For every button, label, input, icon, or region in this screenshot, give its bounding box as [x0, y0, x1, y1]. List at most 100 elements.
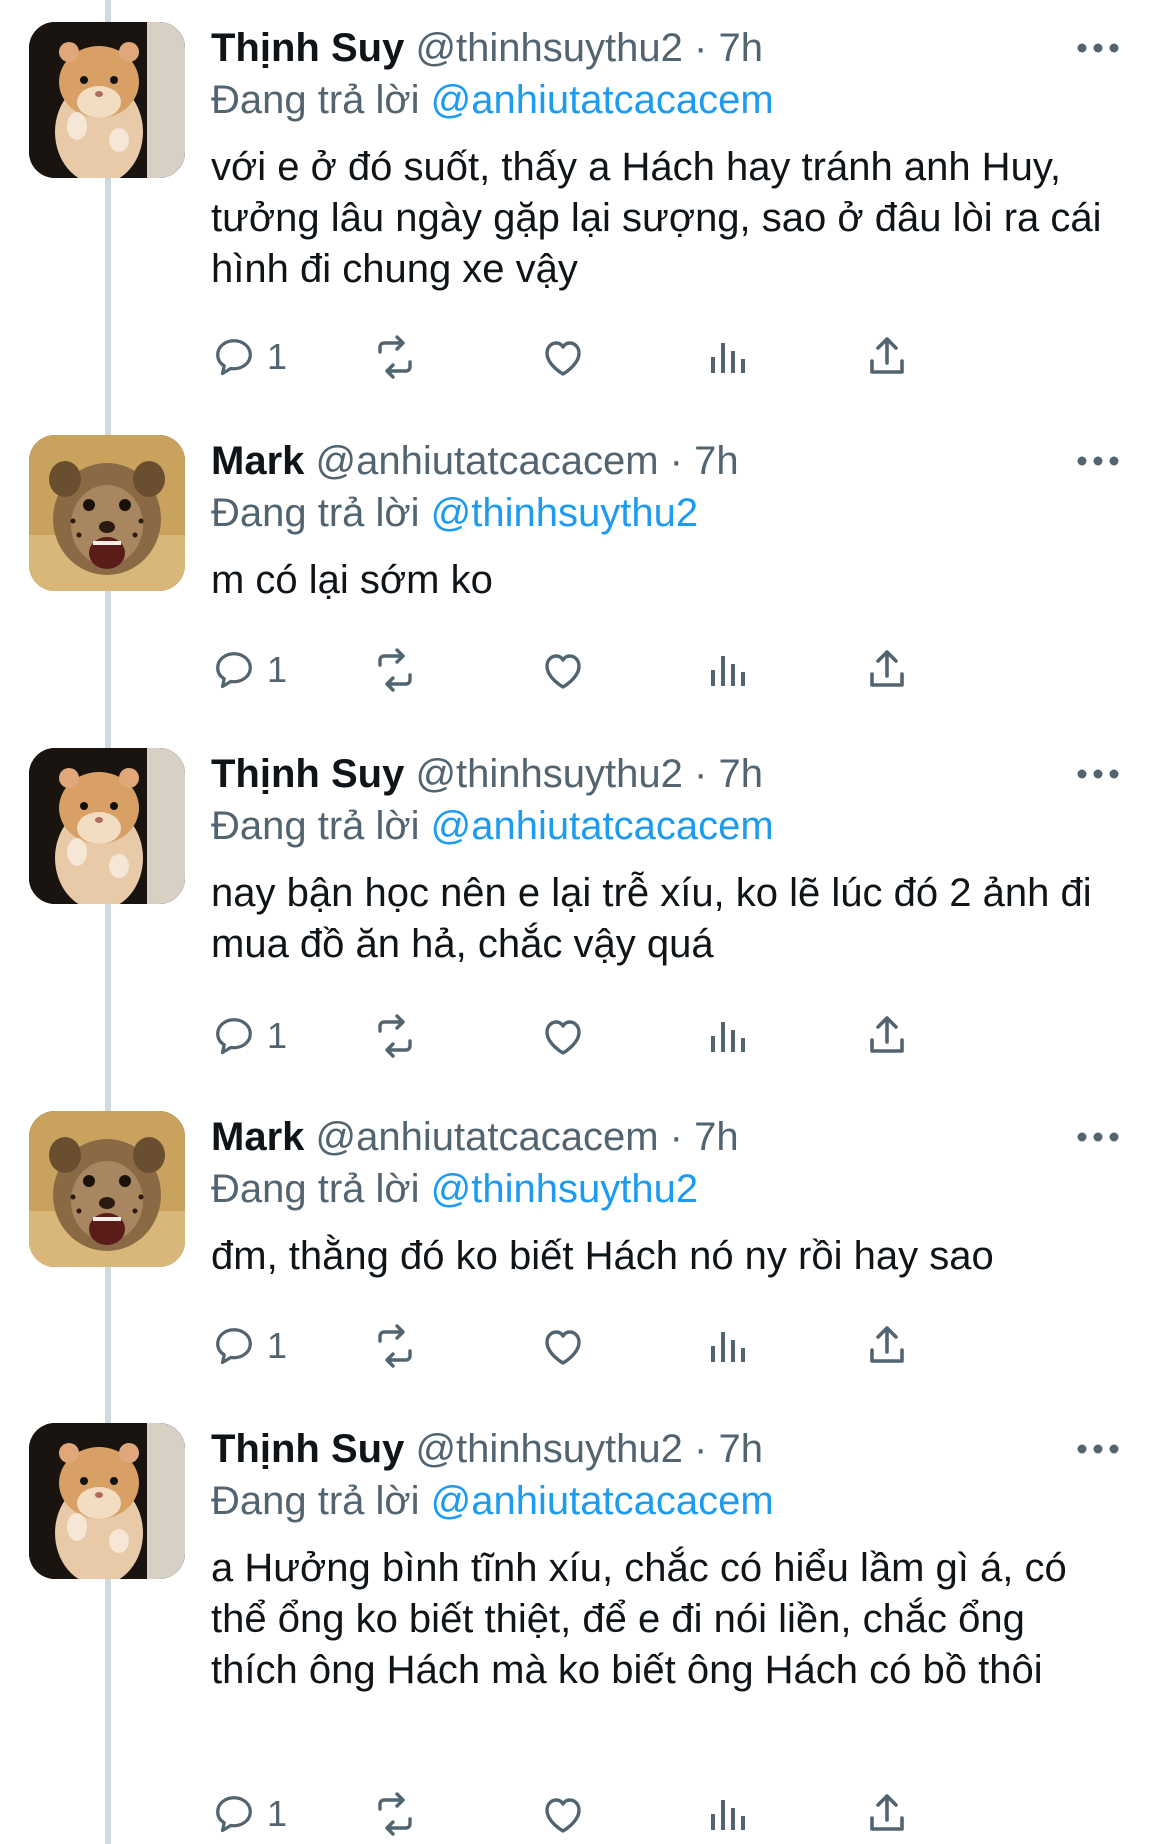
more-button[interactable] [1070, 752, 1126, 796]
analytics-icon [711, 1022, 745, 1052]
replying-prefix: Đang trả lời [211, 491, 420, 535]
tweet-text: đm, thằng đó ko biết Hách nó ny rồi hay … [211, 1234, 994, 1278]
more-button[interactable] [1070, 439, 1126, 483]
share-icon [870, 1794, 904, 1831]
more-icon [1077, 769, 1119, 779]
separator: · [669, 1115, 683, 1159]
hamster-avatar-icon [29, 22, 185, 178]
timestamp[interactable]: 7h [694, 1115, 739, 1159]
analytics-button[interactable] [703, 327, 751, 387]
like-button[interactable] [539, 1784, 587, 1844]
timestamp[interactable]: 7h [694, 439, 739, 483]
avatar[interactable] [29, 1111, 185, 1267]
avatar[interactable] [29, 1423, 185, 1579]
like-button[interactable] [539, 1006, 587, 1066]
share-button[interactable] [863, 1316, 911, 1376]
mention-link[interactable]: @anhiutatcacacem [431, 1479, 774, 1523]
reply-icon [216, 339, 252, 376]
replying-prefix: Đang trả lời [211, 1167, 420, 1211]
retweet-button[interactable] [371, 1006, 419, 1066]
analytics-button[interactable] [703, 1006, 751, 1066]
user-handle[interactable]: @thinhsuythu2 [415, 752, 682, 796]
reply-button[interactable]: 1 [211, 1316, 287, 1376]
retweet-icon [378, 1014, 412, 1058]
separator: · [669, 439, 683, 483]
avatar[interactable] [29, 435, 185, 591]
replying-to: Đang trả lời @thinhsuythu2 [211, 1163, 698, 1215]
replying-prefix: Đang trả lời [211, 1479, 420, 1523]
reply-count: 1 [267, 649, 288, 690]
like-button[interactable] [539, 1316, 587, 1376]
more-button[interactable] [1070, 1427, 1126, 1471]
reply-button[interactable]: 1 [211, 640, 287, 700]
user-handle[interactable]: @anhiutatcacacem [316, 439, 659, 483]
like-icon [545, 1020, 581, 1055]
replying-prefix: Đang trả lời [211, 78, 420, 122]
retweet-icon [378, 335, 412, 379]
replying-to: Đang trả lời @anhiutatcacacem [211, 1475, 774, 1527]
share-icon [870, 337, 904, 374]
share-button[interactable] [863, 1784, 911, 1844]
like-button[interactable] [539, 640, 587, 700]
display-name[interactable]: Thịnh Suy [211, 1427, 404, 1471]
user-handle[interactable]: @thinhsuythu2 [415, 1427, 682, 1471]
action-bar: 1 [211, 1006, 1091, 1066]
like-button[interactable] [539, 327, 587, 387]
more-button[interactable] [1070, 1115, 1126, 1159]
replying-prefix: Đang trả lời [211, 804, 420, 848]
action-bar: 1 [211, 640, 1091, 700]
reply-count: 1 [267, 1015, 288, 1056]
share-icon [870, 650, 904, 687]
share-button[interactable] [863, 327, 911, 387]
share-icon [870, 1016, 904, 1053]
tweet-header: Thịnh Suy @thinhsuythu2 · 7h [211, 748, 763, 800]
separator: · [694, 1427, 708, 1471]
analytics-button[interactable] [703, 640, 751, 700]
retweet-icon [378, 648, 412, 692]
reply-button[interactable]: 1 [211, 327, 287, 387]
display-name[interactable]: Thịnh Suy [211, 752, 404, 796]
retweet-button[interactable] [371, 1316, 419, 1376]
retweet-button[interactable] [371, 327, 419, 387]
timestamp[interactable]: 7h [718, 1427, 763, 1471]
timestamp[interactable]: 7h [718, 752, 763, 796]
analytics-icon [711, 1332, 745, 1362]
user-handle[interactable]: @anhiutatcacacem [316, 1115, 659, 1159]
mention-link[interactable]: @anhiutatcacacem [431, 804, 774, 848]
avatar[interactable] [29, 22, 185, 178]
reply-icon [216, 1018, 252, 1055]
tweet-header: Thịnh Suy @thinhsuythu2 · 7h [211, 22, 763, 74]
more-icon [1077, 1444, 1119, 1454]
timestamp[interactable]: 7h [718, 26, 763, 70]
share-button[interactable] [863, 1006, 911, 1066]
analytics-icon [711, 343, 745, 373]
cheetah-cub-avatar-icon [29, 1111, 185, 1267]
user-handle[interactable]: @thinhsuythu2 [415, 26, 682, 70]
share-icon [870, 1326, 904, 1363]
like-icon [545, 654, 581, 689]
analytics-button[interactable] [703, 1784, 751, 1844]
more-icon [1077, 43, 1119, 53]
more-icon [1077, 456, 1119, 466]
separator: · [694, 26, 708, 70]
share-button[interactable] [863, 640, 911, 700]
action-bar: 1 [211, 1316, 1091, 1376]
mention-link[interactable]: @thinhsuythu2 [431, 1167, 698, 1211]
reply-button[interactable]: 1 [211, 1784, 287, 1844]
mention-link[interactable]: @thinhsuythu2 [431, 491, 698, 535]
hamster-avatar-icon [29, 748, 185, 904]
analytics-button[interactable] [703, 1316, 751, 1376]
more-button[interactable] [1070, 26, 1126, 70]
display-name[interactable]: Mark [211, 1115, 304, 1159]
retweet-button[interactable] [371, 640, 419, 700]
display-name[interactable]: Thịnh Suy [211, 26, 404, 70]
display-name[interactable]: Mark [211, 439, 304, 483]
retweet-button[interactable] [371, 1784, 419, 1844]
mention-link[interactable]: @anhiutatcacacem [431, 78, 774, 122]
avatar[interactable] [29, 748, 185, 904]
tweet-header: Mark @anhiutatcacacem · 7h [211, 1111, 739, 1163]
cheetah-cub-avatar-icon [29, 435, 185, 591]
replying-to: Đang trả lời @anhiutatcacacem [211, 74, 774, 126]
reply-button[interactable]: 1 [211, 1006, 287, 1066]
reply-count: 1 [267, 336, 288, 377]
